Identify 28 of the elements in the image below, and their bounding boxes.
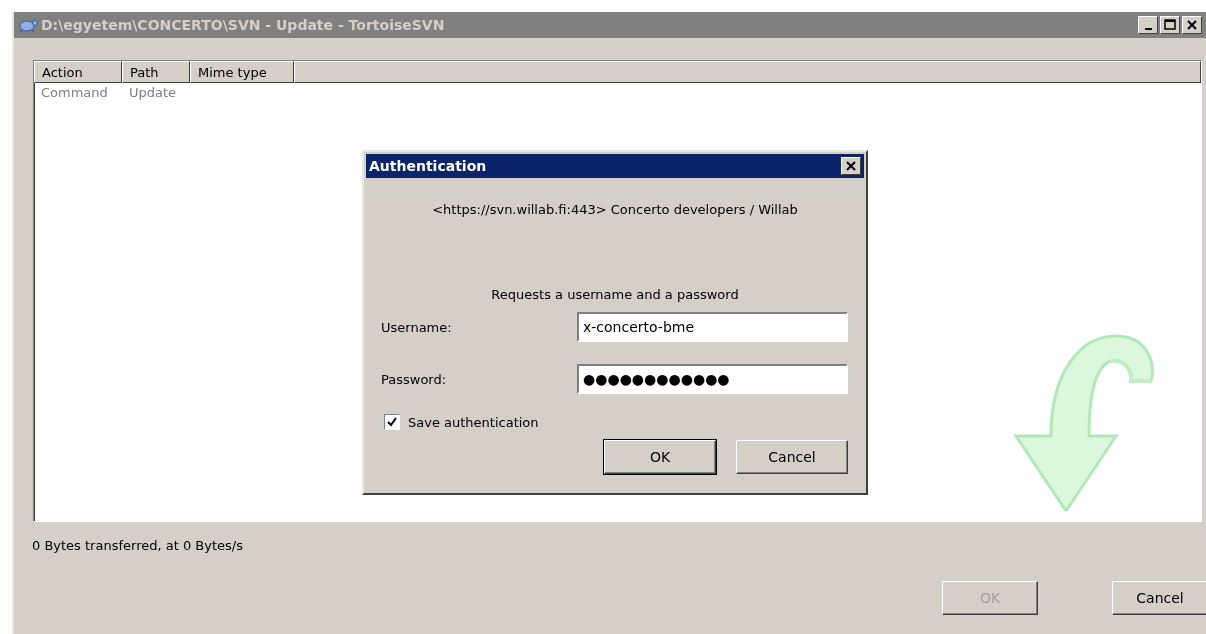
close-button[interactable] — [1182, 16, 1202, 34]
window-title: D:\egyetem\CONCERTO\SVN - Update - TortoiseSVN — [41, 17, 446, 33]
password-field[interactable]: ●●●●●●●●●●●● — [577, 364, 848, 394]
field-label: Password: — [381, 371, 448, 387]
close-icon — [846, 161, 856, 171]
checkbox[interactable] — [384, 414, 400, 430]
dialog-title: Authentication — [369, 158, 487, 174]
column-header[interactable]: Mime type — [190, 61, 294, 83]
field-label: Username: — [381, 319, 453, 335]
minimize-icon — [1144, 28, 1152, 30]
checkbox-label: Save authentication — [408, 414, 539, 430]
maximize-icon — [1164, 19, 1176, 31]
table-cell-text: Update — [128, 84, 178, 100]
column-header[interactable]: Path — [122, 61, 190, 83]
cancel-button[interactable]: Cancel — [736, 440, 848, 474]
close-button[interactable] — [841, 157, 861, 175]
close-icon — [1187, 20, 1197, 30]
ok-button[interactable]: OK — [604, 440, 716, 474]
realm-text: <https://svn.willab.fi:443> Concerto developers / Willab — [432, 202, 798, 217]
turtle-icon — [18, 17, 38, 33]
cancel-button[interactable]: Cancel — [1112, 581, 1206, 615]
maximize-button[interactable] — [1160, 16, 1180, 34]
status-text: 0 Bytes transferred, at 0 Bytes/s — [32, 538, 243, 553]
column-header[interactable]: Action — [34, 61, 122, 83]
username-field[interactable]: x-concerto-bme — [577, 312, 848, 342]
table-cell-text: Command — [40, 84, 109, 100]
prompt-text: Requests a username and a password — [491, 287, 739, 302]
minimize-button[interactable] — [1138, 16, 1158, 34]
